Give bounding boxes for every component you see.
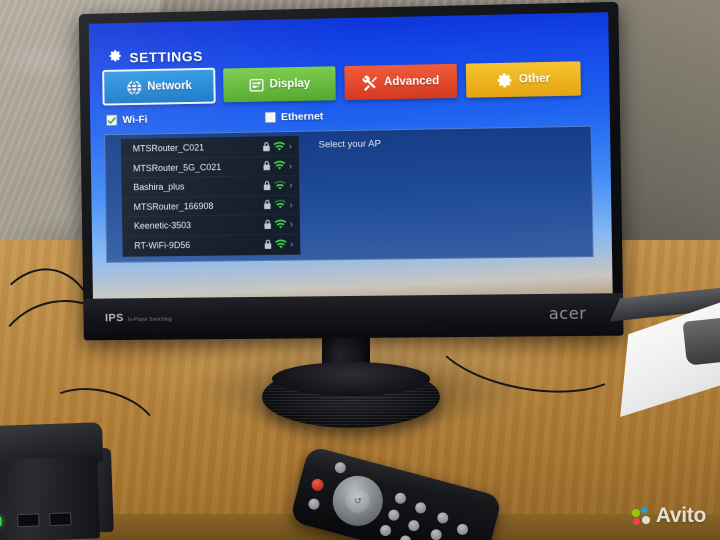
usb-port: [49, 512, 72, 527]
checkbox-wifi-box[interactable]: [105, 114, 118, 127]
remote-ok-button[interactable]: ↺: [343, 486, 373, 516]
remote-button[interactable]: [407, 518, 421, 533]
ap-ssid: MTSRouter_166908: [133, 200, 214, 212]
remote-button[interactable]: [429, 528, 443, 540]
remote-dpad[interactable]: ↺: [327, 470, 389, 532]
remote-button[interactable]: [387, 508, 401, 522]
wifi-signal-icon: [273, 179, 287, 192]
sliders-icon: [248, 76, 265, 93]
tab-network-label: Network: [147, 80, 192, 93]
wifi-signal-icon: [274, 198, 287, 211]
wifi-signal-icon: [273, 140, 286, 153]
checkbox-ethernet[interactable]: Ethernet: [263, 110, 324, 124]
monitor-bottom-bezel: IPS In-Plane Switching acer: [83, 293, 624, 341]
tab-advanced[interactable]: Advanced: [343, 63, 458, 101]
ap-ssid: Bashira_plus: [133, 181, 185, 193]
lock-icon: [260, 179, 273, 192]
page-title: SETTINGS: [109, 47, 203, 66]
white-box-notch: [682, 317, 720, 366]
chevron-right-icon: ›: [288, 141, 292, 152]
photo-scene: IPS In-Plane Switching acer SETTINGS Net…: [0, 0, 720, 540]
ap-ssid: MTSRouter_C021: [132, 142, 205, 154]
remote-button[interactable]: [393, 491, 408, 506]
checkbox-wifi-label: Wi-Fi: [122, 113, 148, 127]
power-led: [0, 516, 2, 526]
avito-logo-icon: [631, 506, 651, 526]
remote-power-button[interactable]: [310, 477, 325, 493]
chevron-right-icon: ›: [289, 219, 294, 230]
usb-port: [17, 513, 40, 528]
acer-logo: acer: [548, 303, 587, 324]
settings-tabbar: Network Display Advanced Other: [102, 61, 581, 106]
gear-icon: [109, 49, 123, 66]
white-cardboard-box: [609, 286, 720, 417]
page-title-label: SETTINGS: [129, 47, 204, 65]
remote-button[interactable]: [333, 460, 348, 475]
check-icon: [107, 115, 117, 126]
avito-watermark: Avito: [631, 504, 707, 528]
remote-button[interactable]: [436, 511, 450, 525]
lock-icon: [260, 140, 273, 153]
tab-other[interactable]: Other: [466, 61, 581, 98]
ap-ssid: MTSRouter_5G_C021: [132, 161, 222, 174]
select-ap-hint: Select your AP: [318, 138, 381, 151]
tab-advanced-label: Advanced: [383, 75, 440, 89]
list-item[interactable]: RT-WiFi-9D56 ›: [122, 234, 300, 256]
wifi-signal-icon: [274, 218, 288, 231]
remote-button[interactable]: [307, 497, 321, 511]
tools-icon: [362, 74, 379, 91]
wifi-signal-icon: [274, 238, 288, 251]
checkbox-wifi[interactable]: Wi-Fi: [105, 113, 148, 127]
tab-other-label: Other: [518, 72, 551, 86]
lock-icon: [261, 218, 274, 231]
set-top-box-front: [0, 456, 100, 540]
remote-button[interactable]: [378, 523, 393, 538]
monitor-panel: SETTINGS Network Display Advanced Other …: [88, 12, 613, 299]
checkbox-ethernet-box[interactable]: [263, 111, 277, 124]
remote-button[interactable]: [398, 534, 413, 540]
lock-icon: [261, 238, 274, 251]
set-top-box: [0, 422, 118, 540]
lock-icon: [261, 198, 274, 211]
ips-badge-sublabel: In-Plane Switching: [127, 316, 173, 324]
avito-wordmark: Avito: [655, 504, 707, 527]
connection-mode-group: Wi-Fi Ethernet: [105, 106, 580, 127]
chevron-right-icon: ›: [289, 199, 293, 210]
access-point-list[interactable]: MTSRouter_C021 › MTSRouter_5G_C021 › Bas…: [120, 135, 301, 257]
remote-button[interactable]: [455, 522, 470, 537]
tab-network[interactable]: Network: [102, 67, 216, 106]
globe-icon: [125, 79, 142, 96]
chevron-right-icon: ›: [290, 238, 294, 249]
gear-icon: [497, 71, 514, 88]
monitor-base-top: [272, 362, 430, 396]
ap-ssid: Keenetic-3503: [133, 220, 192, 232]
ips-badge: IPS In-Plane Switching: [104, 312, 173, 325]
acer-monitor: IPS In-Plane Switching acer SETTINGS Net…: [78, 1, 624, 341]
chevron-right-icon: ›: [288, 160, 293, 171]
checkbox-ethernet-label: Ethernet: [280, 110, 324, 124]
list-item[interactable]: Bashira_plus ›: [121, 175, 300, 198]
screen-ui: SETTINGS Network Display Advanced Other …: [88, 12, 613, 299]
ips-badge-label: IPS: [104, 312, 124, 325]
ap-ssid: RT-WiFi-9D56: [134, 240, 191, 251]
list-item[interactable]: MTSRouter_166908 ›: [121, 195, 300, 218]
chevron-right-icon: ›: [289, 180, 293, 191]
tab-display[interactable]: Display: [222, 66, 336, 103]
lock-icon: [260, 159, 273, 172]
network-content-panel: MTSRouter_C021 › MTSRouter_5G_C021 › Bas…: [104, 125, 594, 263]
list-item[interactable]: Keenetic-3503 ›: [122, 214, 301, 237]
wifi-signal-icon: [273, 159, 287, 172]
remote-button[interactable]: [413, 501, 428, 515]
tab-display-label: Display: [269, 77, 311, 91]
